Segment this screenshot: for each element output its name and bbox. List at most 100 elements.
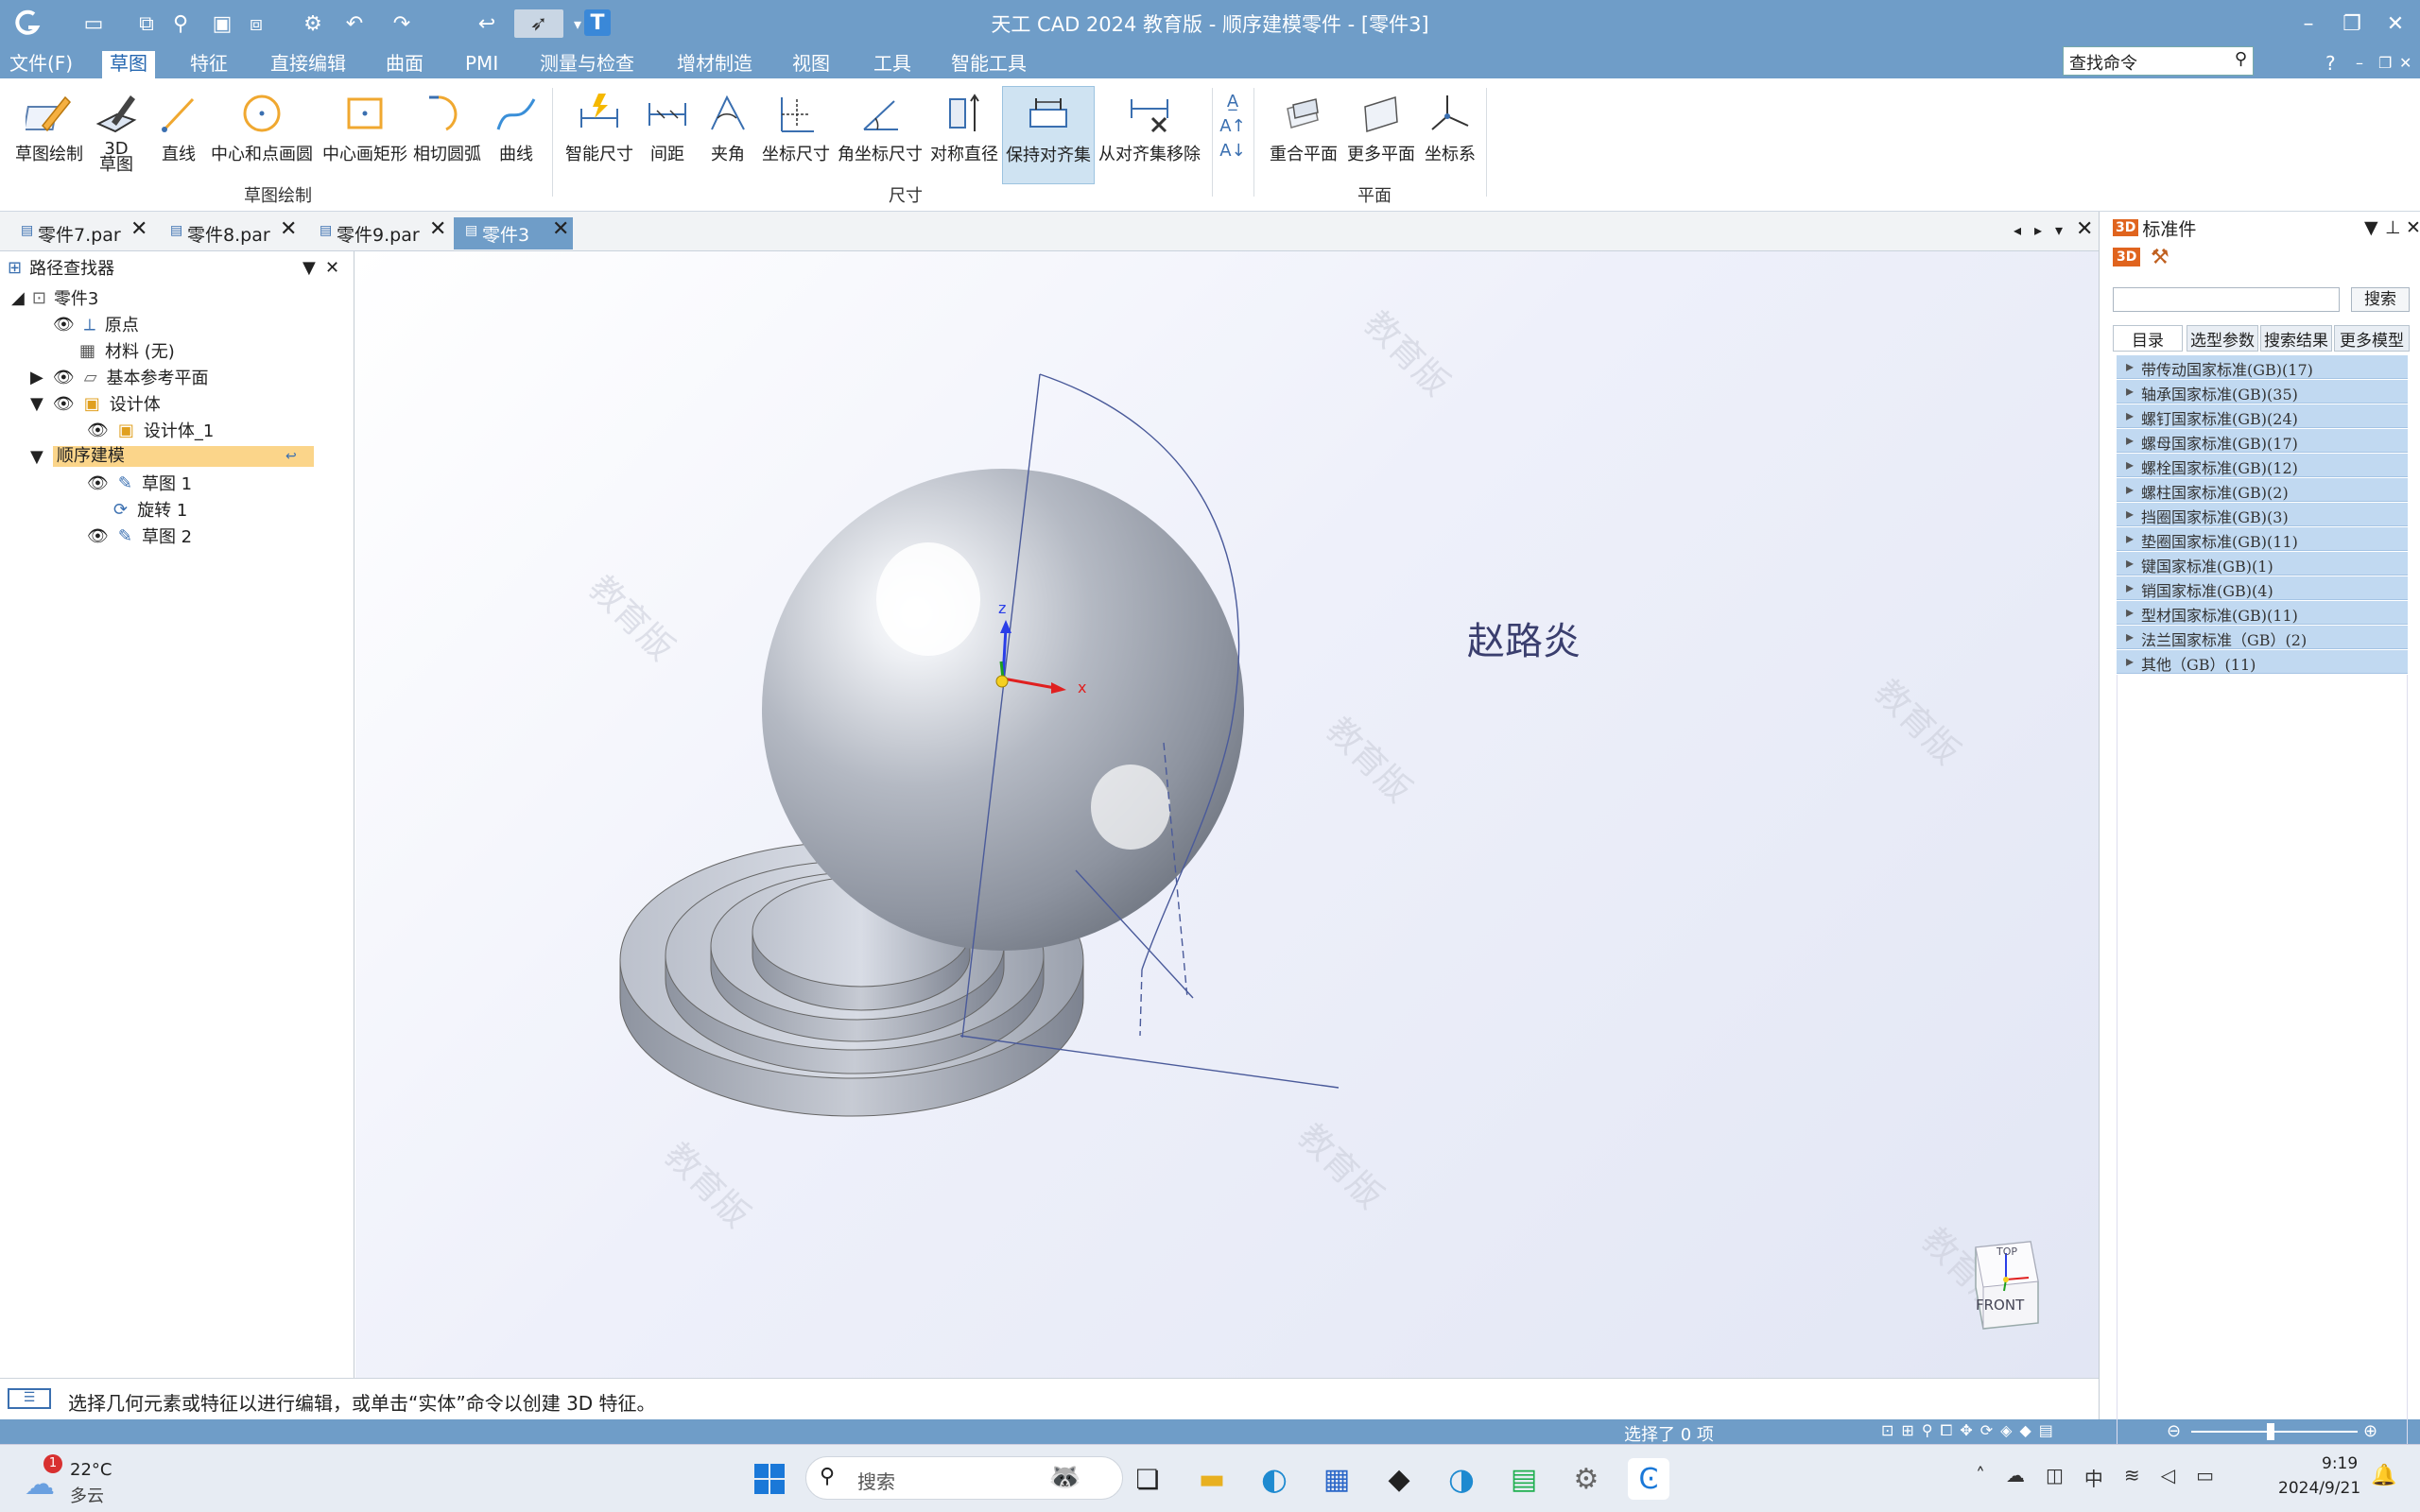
- 3d-sketch-button[interactable]: 3D 草图: [93, 86, 140, 184]
- library-close-icon[interactable]: ✕: [2406, 217, 2420, 238]
- volume-icon[interactable]: ◁: [2161, 1464, 2175, 1492]
- library-menu-icon[interactable]: ▼: [2364, 217, 2378, 238]
- menu-tools[interactable]: 工具: [866, 51, 919, 78]
- library-tab-more[interactable]: 更多模型: [2334, 325, 2410, 352]
- tree-item-origin[interactable]: 👁 ⟂ 原点: [53, 312, 139, 336]
- coincident-plane-button[interactable]: 重合平面: [1265, 86, 1342, 184]
- command-search-input[interactable]: 查找命令 ⚲: [2063, 46, 2254, 76]
- 3d-model[interactable]: [355, 251, 2099, 1378]
- tab-scroll-left-icon[interactable]: ◂: [2014, 221, 2021, 239]
- visibility-eye-icon[interactable]: 👁: [53, 315, 75, 335]
- shading-icon[interactable]: ◆: [2019, 1421, 2031, 1442]
- style-icon[interactable]: ▤: [2039, 1421, 2053, 1442]
- text-size-icon[interactable]: A̲ A↑ A↓: [1219, 90, 1246, 163]
- menu-smart-tools[interactable]: 智能工具: [943, 51, 1034, 78]
- more-planes-button[interactable]: 更多平面: [1344, 86, 1418, 184]
- zoom-fit-icon[interactable]: ⊞: [1901, 1421, 1913, 1442]
- menu-pmi[interactable]: PMI: [458, 51, 506, 78]
- library-tab-params[interactable]: 选型参数: [2187, 325, 2258, 352]
- library-item[interactable]: 螺柱国家标准(GB)(2): [2117, 478, 2408, 502]
- chevron-up-icon[interactable]: ˄: [1976, 1464, 1985, 1492]
- angular-coordinate-button[interactable]: 角坐标尺寸: [836, 86, 925, 184]
- settings-gear-icon[interactable]: ⚙: [1565, 1458, 1607, 1500]
- 3d-tab-icon[interactable]: 3D: [2113, 248, 2141, 266]
- minimize-button[interactable]: –: [2288, 6, 2329, 42]
- pathfinder-close-icon[interactable]: ✕: [325, 258, 339, 278]
- 3d-viewport[interactable]: 教育版 教育版 教育版 教育版 教育版 教育版 教育版 z x 赵路炎 TOP …: [355, 251, 2099, 1378]
- file-explorer-icon[interactable]: ▬: [1191, 1458, 1233, 1500]
- symmetric-diameter-button[interactable]: 对称直径: [928, 86, 1000, 184]
- tangent-arc-button[interactable]: 相切圆弧: [412, 86, 482, 184]
- visibility-eye-icon[interactable]: 👁: [53, 394, 75, 414]
- menu-surface[interactable]: 曲面: [378, 51, 431, 78]
- library-search-input[interactable]: [2113, 287, 2340, 312]
- browser-icon[interactable]: ◑: [1441, 1458, 1482, 1500]
- tab-list-icon[interactable]: ▾: [2055, 221, 2063, 239]
- pan-icon[interactable]: ✥: [1960, 1421, 1972, 1442]
- store-icon[interactable]: ▦: [1316, 1458, 1357, 1500]
- collapse-arrow-icon[interactable]: ▼: [30, 394, 43, 414]
- tree-item-revolve1[interactable]: ⟳ 旋转 1: [113, 497, 187, 522]
- sketch-button[interactable]: 草图绘制: [9, 86, 89, 184]
- reader-icon[interactable]: ▤: [1503, 1458, 1545, 1500]
- library-search-button[interactable]: 搜索: [2351, 287, 2410, 312]
- tree-item-sketch2[interactable]: 👁 ✎ 草图 2: [87, 524, 192, 548]
- close-document-icon[interactable]: ✕: [2076, 217, 2093, 241]
- tree-item-material[interactable]: ▦ 材料 (无): [79, 338, 175, 363]
- tray-app-icon[interactable]: ◫: [2046, 1464, 2064, 1492]
- library-item[interactable]: 螺栓国家标准(GB)(12): [2117, 454, 2408, 477]
- ime-indicator[interactable]: 中: [2084, 1464, 2103, 1492]
- start-button[interactable]: [749, 1458, 790, 1500]
- library-tab-catalog[interactable]: 目录: [2113, 325, 2183, 352]
- library-item[interactable]: 螺钉国家标准(GB)(24): [2117, 404, 2408, 428]
- tab-close-icon[interactable]: ✕: [552, 217, 569, 241]
- ribbon-minimize-icon[interactable]: –: [2348, 51, 2371, 78]
- line-button[interactable]: 直线: [151, 86, 206, 184]
- library-item[interactable]: 销国家标准(GB)(4): [2117, 576, 2408, 600]
- prompt-bar-icon[interactable]: ☰: [8, 1388, 51, 1409]
- keep-aligned-button[interactable]: 保持对齐集: [1002, 86, 1095, 184]
- library-item[interactable]: 法兰国家标准（GB）(2): [2117, 626, 2408, 649]
- close-window-button[interactable]: ✕: [2375, 6, 2416, 42]
- curve-button[interactable]: 曲线: [488, 86, 544, 184]
- cad-app-taskbar-icon[interactable]: Ͼ: [1628, 1458, 1669, 1500]
- rectangle-button[interactable]: 中心画矩形: [320, 86, 410, 184]
- visibility-eye-icon[interactable]: 👁: [87, 421, 109, 440]
- collapse-arrow-icon[interactable]: ▼: [30, 447, 43, 467]
- expand-arrow-icon[interactable]: ▶: [30, 368, 43, 387]
- remove-aligned-button[interactable]: 从对齐集移除: [1097, 86, 1202, 184]
- task-view-icon[interactable]: ❏: [1127, 1458, 1168, 1500]
- restore-button[interactable]: ❐: [2331, 6, 2373, 42]
- wifi-icon[interactable]: ≋: [2124, 1464, 2140, 1492]
- tree-item-sketch1[interactable]: 👁 ✎ 草图 1: [87, 471, 192, 495]
- fit-icon[interactable]: ⧠: [1941, 1421, 1953, 1442]
- visibility-eye-icon[interactable]: 👁: [53, 368, 75, 387]
- menu-view[interactable]: 视图: [785, 51, 838, 78]
- coordinate-dimension-button[interactable]: 坐标尺寸: [760, 86, 832, 184]
- menu-feature[interactable]: 特征: [182, 51, 235, 78]
- hammer-icon[interactable]: ⚒: [2151, 246, 2169, 269]
- tab-close-icon[interactable]: ✕: [130, 217, 147, 241]
- library-item[interactable]: 型材国家标准(GB)(11): [2117, 601, 2408, 625]
- rollback-icon[interactable]: ↩: [285, 449, 297, 464]
- view-cube[interactable]: TOP FRONT: [1962, 1234, 2042, 1332]
- visibility-eye-icon[interactable]: 👁: [87, 473, 109, 493]
- tree-item-ref-planes[interactable]: ▶ 👁 ▱ 基本参考平面: [30, 365, 209, 389]
- tree-item-design-body[interactable]: ▼ 👁 ▣ 设计体: [30, 391, 161, 416]
- tree-item-sequential[interactable]: ▼ 顺序建模 ↩: [30, 444, 314, 469]
- library-item[interactable]: 垫圈国家标准(GB)(11): [2117, 527, 2408, 551]
- tree-item-design-body-1[interactable]: 👁 ▣ 设计体_1: [87, 418, 214, 442]
- edge-browser-icon[interactable]: ◐: [1253, 1458, 1295, 1500]
- library-tab-results[interactable]: 搜索结果: [2260, 325, 2332, 352]
- ribbon-close-icon[interactable]: ✕: [2392, 51, 2419, 78]
- pathfinder-menu-icon[interactable]: ▼: [302, 258, 316, 278]
- view-cube-front-label[interactable]: FRONT: [1976, 1297, 2024, 1314]
- visibility-eye-icon[interactable]: 👁: [87, 526, 109, 546]
- library-item[interactable]: 键国家标准(GB)(1): [2117, 552, 2408, 576]
- tree-item-part3[interactable]: ◢ ⊡ 零件3: [11, 285, 98, 310]
- annotation-text[interactable]: 赵路炎: [1467, 610, 1581, 665]
- menu-measure[interactable]: 测量与检查: [532, 51, 642, 78]
- library-item[interactable]: 其他（GB）(11): [2117, 650, 2408, 674]
- app-icon[interactable]: ◆: [1378, 1458, 1420, 1500]
- library-item[interactable]: 螺母国家标准(GB)(17): [2117, 429, 2408, 453]
